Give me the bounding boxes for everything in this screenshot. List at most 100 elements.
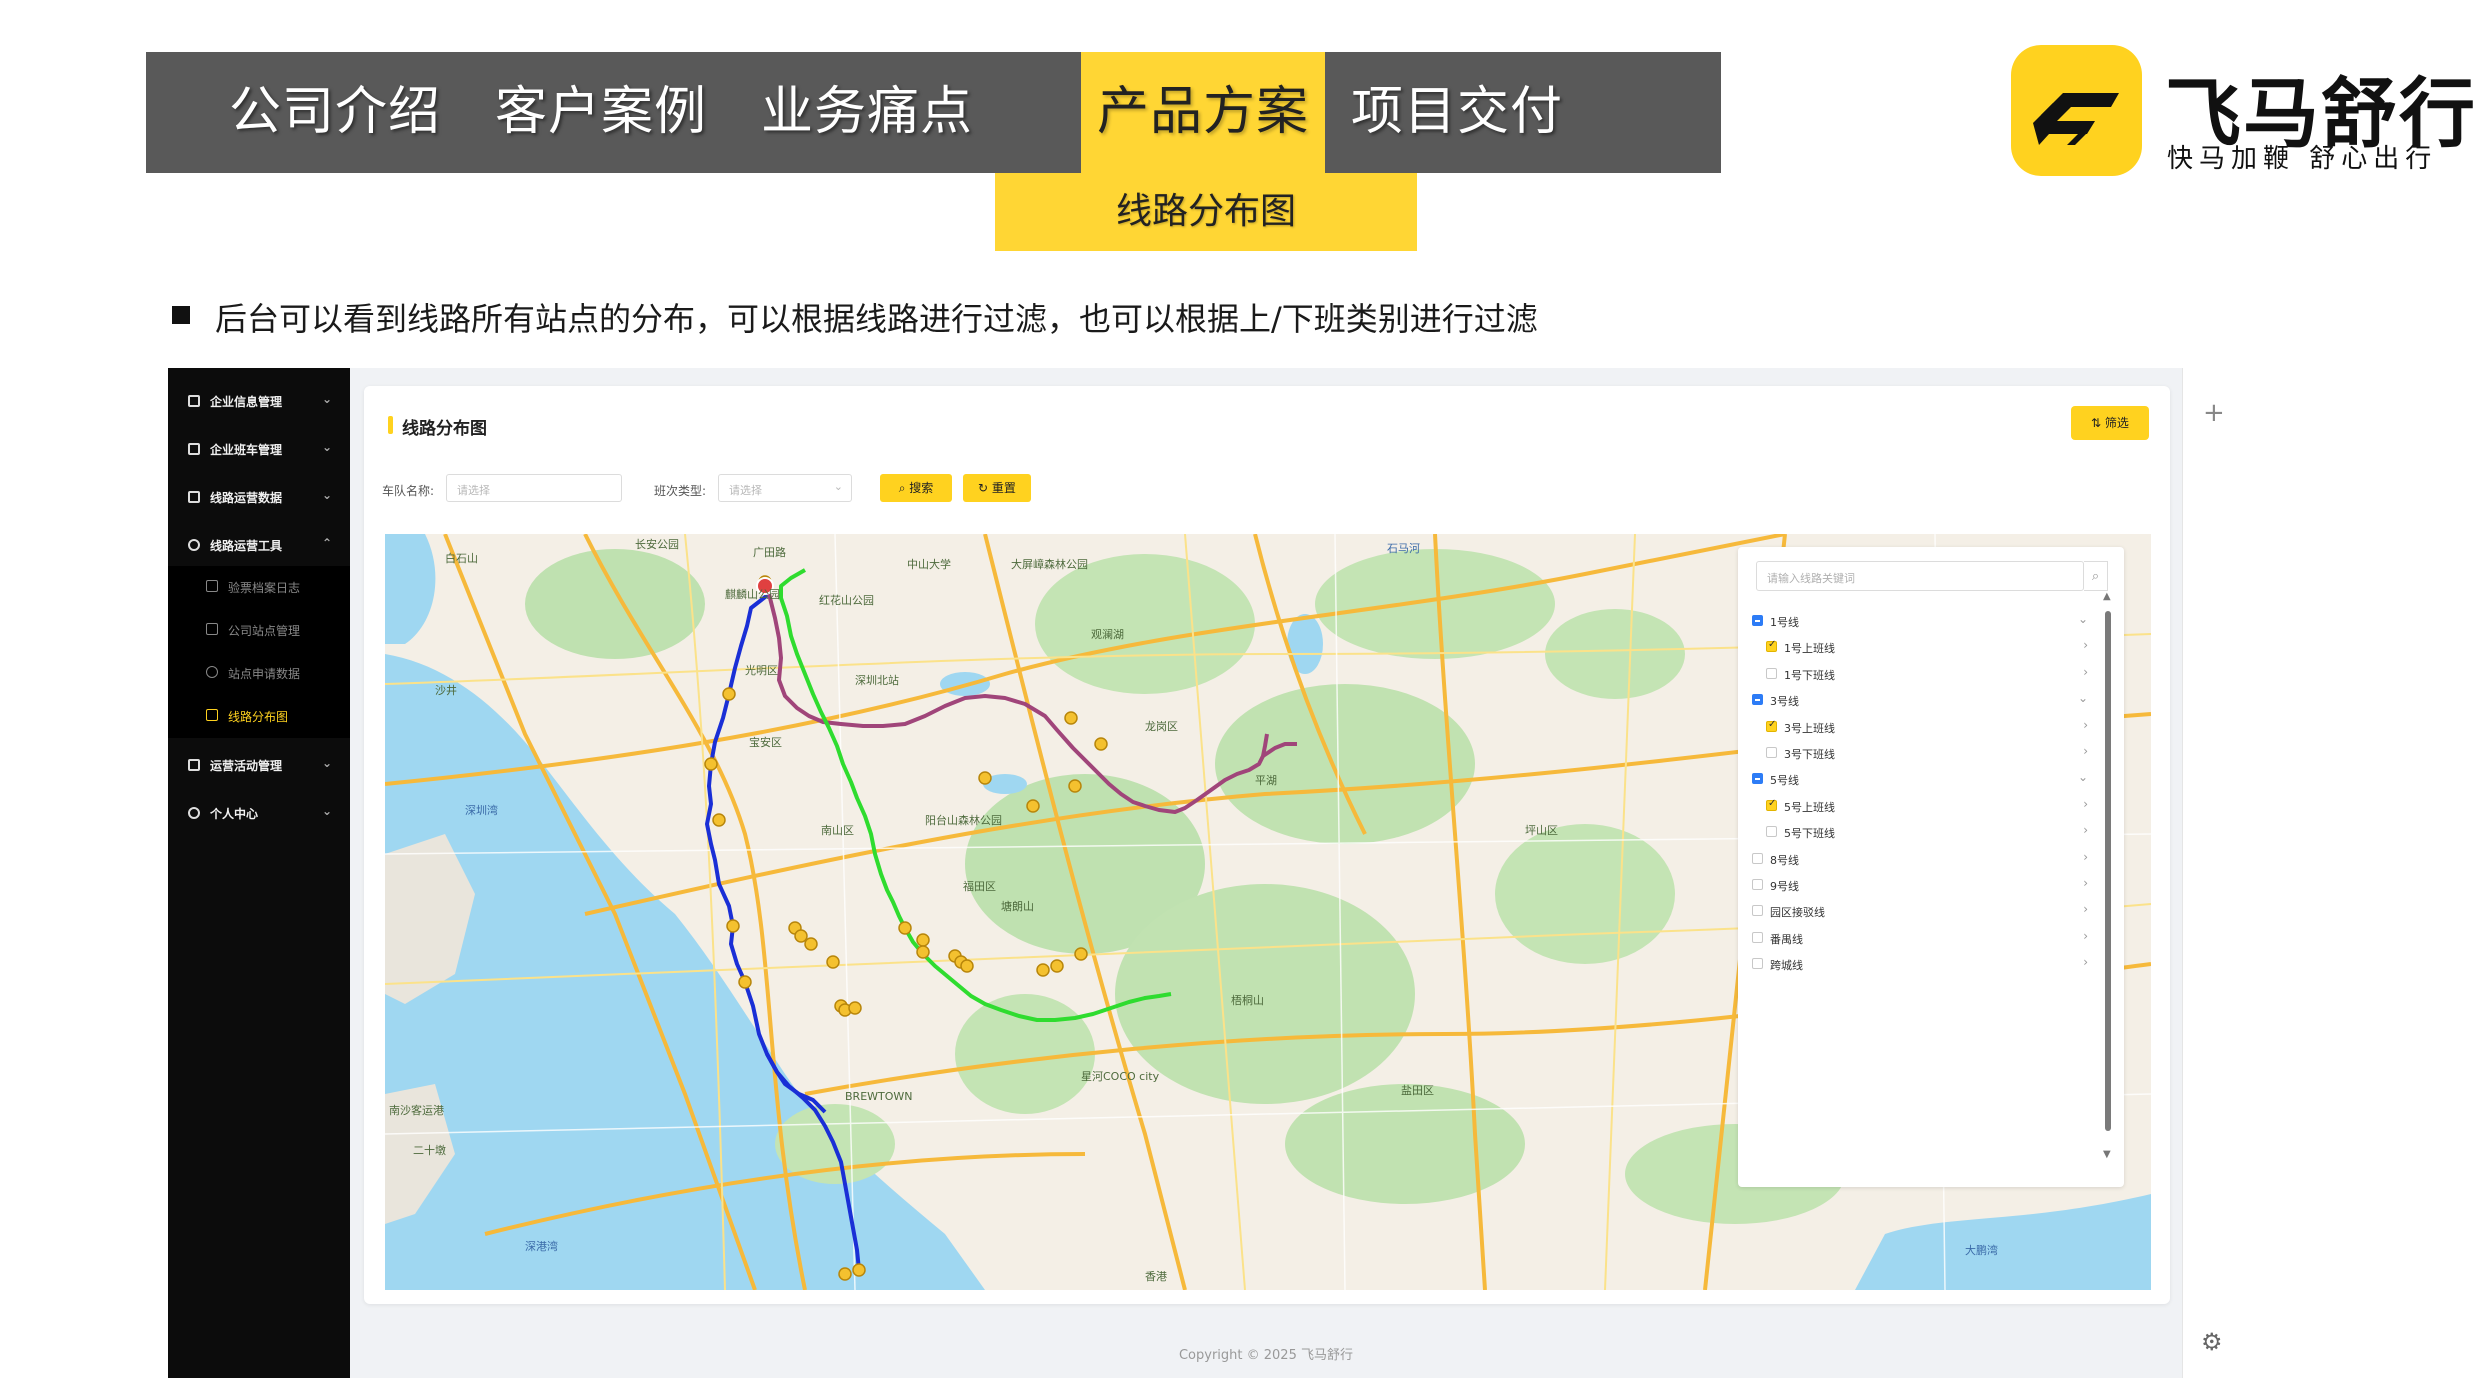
map-label: 平湖	[1255, 774, 1277, 787]
route-checkbox[interactable]	[1752, 958, 1763, 970]
sidebar-subitem-route-map[interactable]: 线路分布图	[168, 695, 350, 738]
route-label: 1号下班线	[1784, 668, 1835, 682]
chevron-right-icon[interactable]: ›	[2083, 929, 2088, 943]
route-checkbox[interactable]	[1766, 719, 1777, 732]
route-sub-item[interactable]: 3号下班线 ›	[1738, 741, 2094, 767]
route-panel-scrollbar[interactable]: ▲ ▼	[2103, 591, 2113, 1171]
scroll-up-icon[interactable]: ▲	[2103, 591, 2111, 602]
chevron-right-icon[interactable]: ›	[2083, 797, 2088, 811]
map-label: 光明区	[745, 663, 778, 677]
sidebar-item-route-tools[interactable]: 线路运营工具 ⌃	[168, 522, 350, 570]
tab-business-pain-points[interactable]: 业务痛点	[752, 52, 982, 173]
route-search-input[interactable]: 请输入线路关键词	[1756, 561, 2084, 591]
route-checkbox[interactable]	[1752, 879, 1763, 890]
route-checkbox[interactable]	[1766, 747, 1777, 758]
scroll-down-icon[interactable]: ▼	[2103, 1149, 2111, 1160]
chevron-right-icon[interactable]: ›	[2083, 638, 2088, 652]
sidebar-item-label: 企业信息管理	[210, 395, 283, 409]
chevron-right-icon[interactable]: ›	[2083, 902, 2088, 916]
route-sub-item[interactable]: 3号上班线 ›	[1738, 715, 2094, 741]
route-filter-panel: 请输入线路关键词 ⌕ 1号线⌄ 1号上班线 › 1号下班线 › 3号线⌄3号上班线›3号下…	[1738, 547, 2124, 1187]
map-label: 梧桐山	[1231, 993, 1264, 1007]
route-label: 1号上班线	[1784, 642, 1835, 656]
gear-icon[interactable]: ⚙	[2201, 1328, 2223, 1356]
route-map[interactable]: 白石山 长安公园 广田路 中山大学 大屏嶂森林公园 观澜湖 石马河 麒麟山公园 …	[385, 534, 2151, 1290]
reset-button[interactable]: ↻ 重置	[963, 474, 1031, 502]
map-label: 深港湾	[525, 1239, 558, 1253]
sidebar-subitem-station-management[interactable]: 公司站点管理	[168, 609, 350, 652]
chevron-down-icon[interactable]: ⌄	[2078, 770, 2088, 784]
filter-icon: ⇅	[2091, 416, 2105, 430]
map-label: 塘朗山	[1001, 899, 1034, 913]
sidebar-item-company-info[interactable]: 企业信息管理 ⌄	[168, 378, 350, 426]
route-group-item[interactable]: 9号线 ›	[1738, 873, 2094, 899]
map-label: 香港	[1145, 1270, 1167, 1283]
sidebar-item-route-data[interactable]: 线路运营数据 ⌄	[168, 474, 350, 522]
right-toolbar: + ⚙	[2182, 368, 2244, 1378]
sidebar-item-personal-center[interactable]: 个人中心 ⌄	[168, 790, 350, 838]
route-group-item[interactable]: 番禺线 ›	[1738, 926, 2094, 952]
route-checkbox[interactable]	[1766, 639, 1777, 653]
route-checkbox[interactable]	[1752, 694, 1763, 706]
tab-customer-cases[interactable]: 客户案例	[486, 52, 716, 173]
tab-project-delivery[interactable]: 项目交付	[1342, 52, 1572, 173]
chevron-right-icon[interactable]: ›	[2083, 876, 2088, 890]
route-checkbox[interactable]	[1752, 852, 1763, 864]
sidebar-item-label: 个人中心	[210, 807, 259, 821]
sidebar-item-label: 运营活动管理	[210, 759, 283, 773]
search-button-label: 搜索	[909, 481, 934, 495]
chevron-right-icon[interactable]: ›	[2083, 665, 2088, 679]
route-checkbox[interactable]	[1766, 667, 1777, 679]
route-checkbox[interactable]	[1766, 798, 1777, 811]
chevron-right-icon[interactable]: ›	[2083, 744, 2088, 758]
search-button[interactable]: ⌕ 搜索	[880, 474, 952, 502]
route-group-item[interactable]: 3号线 ⌄	[1738, 688, 2094, 714]
route-checkbox[interactable]	[1752, 615, 1763, 626]
map-label: 宝安区	[749, 735, 782, 749]
chevron-down-icon[interactable]: ⌄	[2078, 612, 2088, 626]
search-icon[interactable]: ⌕	[2084, 561, 2108, 591]
station-icon	[206, 623, 218, 635]
line-chart-icon	[206, 709, 218, 721]
location-icon	[206, 666, 218, 678]
route-checkbox[interactable]	[1752, 773, 1763, 785]
route-sub-item[interactable]: 1号上班线 ›	[1738, 635, 2094, 661]
tab-product-solution[interactable]: 产品方案	[1081, 52, 1325, 173]
sidebar-item-activity-management[interactable]: 运营活动管理 ⌄	[168, 742, 350, 790]
map-label: 深圳湾	[465, 803, 498, 817]
chevron-right-icon[interactable]: ›	[2083, 955, 2088, 969]
route-sub-item[interactable]: 5号下班线 ›	[1738, 820, 2094, 846]
route-checkbox[interactable]	[1752, 931, 1763, 943]
chevron-right-icon[interactable]: ›	[2083, 718, 2088, 732]
scrollbar-thumb[interactable]	[2105, 611, 2111, 1131]
route-group-item[interactable]: 8号线 ›	[1738, 847, 2094, 873]
route-group-item[interactable]: 跨城线 ›	[1738, 952, 2094, 978]
sidebar-subitem-ticket-log[interactable]: 验票档案日志	[168, 566, 350, 609]
route-checkbox[interactable]	[1752, 905, 1763, 917]
map-label: 白石山	[445, 551, 478, 565]
bus-icon	[188, 443, 200, 455]
chevron-down-icon[interactable]: ⌄	[2078, 691, 2088, 705]
route-group-item[interactable]: 1号线 ⌄	[1738, 609, 2094, 635]
chevron-up-icon: ⌃	[321, 536, 332, 550]
chevron-right-icon[interactable]: ›	[2083, 850, 2088, 864]
map-label: 石马河	[1387, 542, 1420, 555]
route-sub-item[interactable]: 5号上班线 ›	[1738, 794, 2094, 820]
chevron-right-icon[interactable]: ›	[2083, 823, 2088, 837]
route-sub-item[interactable]: 1号下班线 ›	[1738, 662, 2094, 688]
sidebar-subitem-label: 站点申请数据	[228, 667, 301, 681]
subtab-route-map[interactable]: 线路分布图	[995, 173, 1417, 251]
tab-company-intro[interactable]: 公司介绍	[220, 52, 450, 173]
filter-button[interactable]: ⇅ 筛选	[2071, 406, 2149, 440]
sidebar-item-shuttle-management[interactable]: 企业班车管理 ⌄	[168, 426, 350, 474]
sidebar: 企业信息管理 ⌄ 企业班车管理 ⌄ 线路运营数据 ⌄ 线路运营工具 ⌃ 验票档案…	[168, 368, 350, 1378]
route-group-item[interactable]: 5号线 ⌄	[1738, 767, 2094, 793]
route-checkbox[interactable]	[1766, 826, 1777, 838]
team-select[interactable]: 请选择	[446, 474, 622, 502]
plus-icon[interactable]: +	[2203, 398, 2225, 428]
shift-select[interactable]: 请选择 ⌄	[718, 474, 852, 502]
route-group-item[interactable]: 园区接驳线 ›	[1738, 899, 2094, 925]
map-label: 南沙客运港	[389, 1103, 444, 1117]
sidebar-subitem-station-requests[interactable]: 站点申请数据	[168, 652, 350, 695]
map-label: 大屏嶂森林公园	[1011, 557, 1088, 571]
